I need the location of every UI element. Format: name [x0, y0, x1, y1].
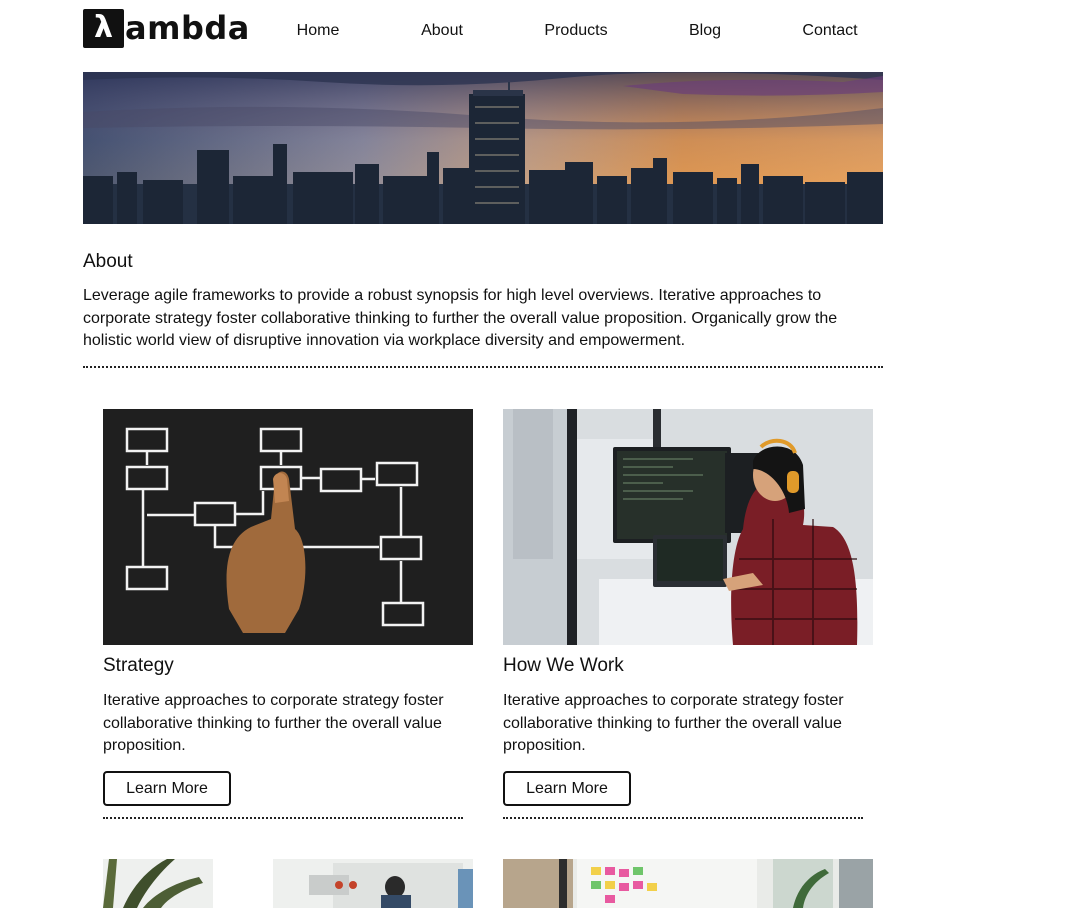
about-heading: About: [83, 251, 133, 272]
nav-contact[interactable]: Contact: [802, 22, 857, 40]
section-divider: [83, 366, 883, 368]
nav-products[interactable]: Products: [544, 22, 607, 40]
learn-more-button[interactable]: Learn More: [503, 771, 631, 806]
card-divider: [503, 817, 863, 819]
logo-text: ambda: [125, 9, 250, 47]
card-how-we-work-image: [503, 409, 873, 645]
nav-home[interactable]: Home: [297, 22, 340, 40]
nav-about[interactable]: About: [421, 22, 463, 40]
site-logo[interactable]: λ ambda: [83, 8, 250, 48]
nav-blog[interactable]: Blog: [689, 22, 721, 40]
learn-more-button[interactable]: Learn More: [103, 771, 231, 806]
card-description: Iterative approaches to corporate strate…: [503, 692, 844, 754]
site-header: λ ambda Home About Products Blog Contact: [83, 8, 883, 50]
card-office-image: [103, 859, 473, 908]
card-title: How We Work: [503, 655, 624, 676]
card-description: Iterative approaches to corporate strate…: [103, 692, 444, 754]
hero-skyline-image: [83, 72, 883, 224]
lambda-logo-icon: λ: [83, 8, 124, 48]
about-paragraph: Leverage agile frameworks to provide a r…: [83, 287, 838, 349]
card-strategy-image: [103, 409, 473, 645]
card-divider: [103, 817, 463, 819]
card-title: Strategy: [103, 655, 174, 676]
card-whiteboard-image: [503, 859, 873, 908]
